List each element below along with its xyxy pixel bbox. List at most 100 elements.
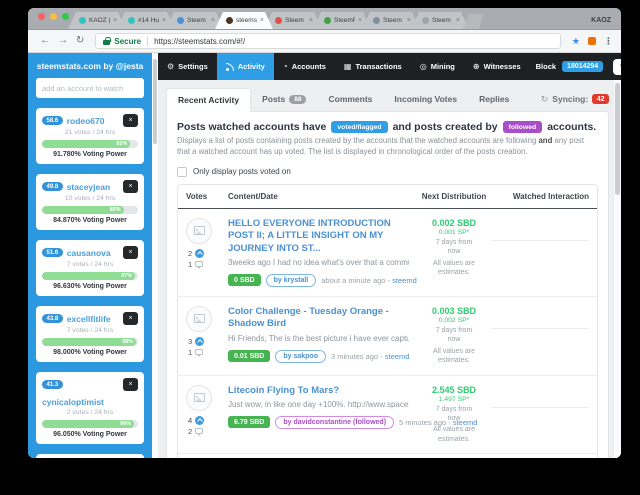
votes-per-day-label: 7 votes / 24 hrs [66, 327, 114, 334]
author-badge[interactable]: by davidconstantine (followed) [275, 415, 395, 429]
account-card-header: 43.8 excellfitlife × [42, 312, 138, 325]
nav-item-label: Activity [237, 62, 265, 71]
browser-tab[interactable]: KAOZ (@rock × [68, 12, 126, 29]
post-title-link[interactable]: Litecoin Flying To Mars? [228, 385, 409, 397]
account-name-link[interactable]: staceyjean [67, 182, 119, 192]
comment-count: 1 [188, 259, 228, 270]
browser-tab[interactable]: Steem Bot Tr × [411, 12, 469, 29]
nav-item-settings[interactable]: ⚙ Settings [158, 53, 217, 80]
voting-power-label: 98.000% Voting Power [53, 349, 127, 356]
zoom-window-button[interactable] [62, 13, 69, 20]
tab-posts[interactable]: Posts 88 [251, 87, 317, 111]
voting-power-label: 91.780% Voting Power [53, 151, 127, 158]
watched-interaction-cell [491, 306, 589, 366]
steemd-link[interactable]: steemd [392, 276, 417, 285]
tab-title: #14 Humans [138, 17, 159, 24]
author-badge[interactable]: by krystall [265, 273, 317, 287]
url-text: https://steemstats.com/#!/ [154, 36, 246, 46]
recent-activity-panel: Posts watched accounts have voted/flagge… [166, 111, 609, 458]
tab-close-icon[interactable]: × [358, 17, 362, 24]
nav-item-witnesses[interactable]: ⊕ Witnesses [464, 53, 530, 80]
block-number-badge: 18014294 [562, 61, 604, 72]
browser-tab[interactable]: #14 Humans× [117, 12, 175, 29]
account-name-link[interactable]: cynicaloptimist [42, 397, 138, 407]
remove-account-button[interactable]: × [123, 378, 138, 391]
nav-item-label: Transactions [355, 62, 402, 71]
extension-icon[interactable] [588, 37, 596, 45]
main-scrollbar-thumb[interactable] [615, 83, 620, 195]
pie-chart-icon: ◔ [282, 61, 288, 71]
steemd-link[interactable]: steemd [385, 352, 410, 361]
content-cell: Color Challenge - Tuesday Orange - Shado… [228, 306, 417, 366]
comment-count-value: 1 [188, 259, 193, 269]
browser-tab[interactable]: Steem Follo × [264, 12, 322, 29]
nav-item-mining[interactable]: ◎ Mining [411, 53, 464, 80]
tab-close-icon[interactable]: × [309, 17, 313, 24]
address-bar[interactable]: Secure https://steemstats.com/#!/ [95, 33, 561, 49]
tab-close-icon[interactable]: × [407, 17, 411, 24]
bookmark-star-icon[interactable]: ★ [572, 36, 580, 47]
minimize-window-button[interactable] [50, 13, 57, 20]
close-window-button[interactable] [38, 13, 45, 20]
sidebar-scrollbar-thumb[interactable] [153, 59, 157, 144]
tab-incoming-votes[interactable]: Incoming Votes [383, 87, 468, 111]
posts-table: Votes Content/Date Next Distribution Wat… [177, 183, 598, 458]
voting-power-label: 84.870% Voting Power [53, 217, 127, 224]
nav-item-transactions[interactable]: ▦ Transactions [335, 53, 411, 80]
tab-close-icon[interactable]: × [113, 17, 117, 24]
tab-close-icon[interactable]: × [456, 17, 460, 24]
nav-item-activity[interactable]: Activity [216, 53, 274, 80]
activity-content: Recent Activity Posts 88 Comments Incoming V… [158, 80, 621, 458]
header-next-distribution: Next Distribution [421, 191, 487, 201]
remove-account-button[interactable]: × [123, 312, 138, 325]
back-icon[interactable]: ← [40, 36, 50, 46]
voting-power-bar-label: 85% [109, 207, 121, 213]
browser-tab[interactable]: steemstats -× [215, 12, 273, 29]
tab-label: Recent Activity [178, 94, 240, 105]
main-scrollbar[interactable] [613, 80, 621, 458]
tab-close-icon[interactable]: × [162, 17, 166, 24]
voting-power-bar-label: 97% [121, 273, 133, 279]
account-card: 51.6 causanova × 7 votes / 24 hrs 97% 96.630%… [36, 240, 144, 296]
browser-tab[interactable]: Steem Voter × [362, 12, 420, 29]
reload-icon[interactable]: ↻ [76, 36, 84, 46]
chrome-menu-icon[interactable]: ⋮ [604, 36, 613, 47]
vote-counts: 21 [186, 248, 228, 270]
voting-power-bar-fill: 85% [42, 206, 124, 214]
chrome-profile-label[interactable]: KAOZ [591, 17, 615, 29]
author-badge[interactable]: by sakpoo [275, 349, 326, 363]
browser-tab[interactable]: SteemFollow× [313, 12, 371, 29]
distribution-time: 7 days from now [435, 238, 473, 256]
post-title-link[interactable]: HELLO EVERYONE INTRODUCTION POST II; A L… [228, 218, 409, 255]
account-name-link[interactable]: excellfitlife [67, 314, 119, 324]
tab-replies[interactable]: Replies [468, 87, 520, 111]
voted-flagged-badge: voted/flagged [331, 121, 388, 133]
post-snippet: 3weeks ago I had no idea what's over tha… [228, 257, 409, 267]
tab-close-icon[interactable]: × [260, 17, 264, 24]
post-title-link[interactable]: Color Challenge - Tuesday Orange - Shado… [228, 306, 409, 331]
image-icon [193, 226, 205, 236]
voting-power-bar-label: 98% [122, 339, 134, 345]
voting-power-bar: 85% [42, 206, 138, 214]
browser-tab[interactable]: Steem Now × [166, 12, 224, 29]
reputation-badge: 58.6 [42, 116, 63, 125]
filter-row: Only display posts voted on [177, 166, 598, 177]
forward-icon[interactable]: → [58, 36, 68, 46]
tab-close-icon[interactable]: × [211, 17, 215, 24]
nav-item-accounts[interactable]: ◔ Accounts [274, 53, 335, 80]
post-time: 3 minutes ago - steemd [330, 351, 410, 361]
post-row: 32Inovasi Dalam Geliat Usaha Ekonomi Ole… [178, 453, 597, 458]
voting-power-bar: 96% [42, 420, 138, 428]
tab-recent-activity[interactable]: Recent Activity [166, 87, 252, 112]
watched-accounts-sidebar: steemstats.com by @jesta 58.6 rodeo670 × 21… [28, 53, 152, 458]
only-voted-checkbox[interactable] [177, 166, 187, 177]
account-name-link[interactable]: causanova [67, 248, 119, 258]
add-account-input[interactable] [36, 78, 144, 98]
vote-counts: 31 [186, 336, 228, 358]
account-name-link[interactable]: rodeo670 [67, 116, 119, 126]
tab-comments[interactable]: Comments [317, 87, 383, 111]
remove-account-button[interactable]: × [123, 114, 138, 127]
remove-account-button[interactable]: × [123, 246, 138, 259]
remove-account-button[interactable]: × [123, 180, 138, 193]
steemstats-app: steemstats.com by @jesta 58.6rodeo670×21… [28, 53, 621, 458]
